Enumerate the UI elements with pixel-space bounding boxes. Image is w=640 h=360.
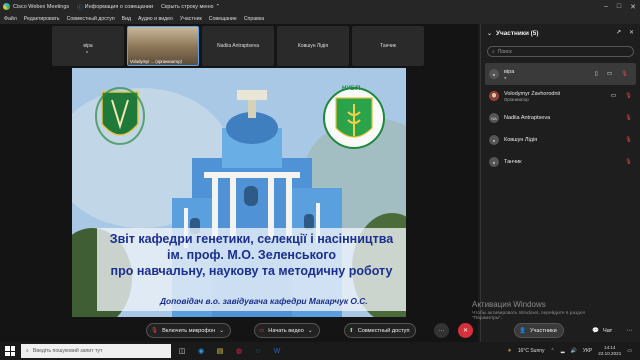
more-icon: ··· [438,327,445,334]
avatar: NA [489,113,499,123]
meeting-info-button[interactable]: ⓘ Информация о совещании [77,3,153,11]
menu-view[interactable]: Вид [122,16,131,22]
menu-meeting[interactable]: Совещание [209,16,237,22]
tray-chevron-icon[interactable]: ⌃ [551,348,555,354]
mic-toggle-button[interactable]: 🎙 Включить микрофон ⌄ [146,323,231,338]
chrome-icon[interactable]: ◍ [231,344,247,358]
participants-header: ⌄ Участники (5) ↗ ✕ [481,24,640,42]
word-icon[interactable]: W [269,344,285,358]
video-off-icon: ▭ [259,327,265,334]
avatar: ● [489,69,499,79]
avatar: ● [489,135,499,145]
close-icon: ✕ [462,328,469,334]
thumbnail-volodymyr[interactable]: Volodymyr ... (организатор) [127,26,199,66]
leave-meeting-button[interactable]: ✕ [458,323,473,338]
share-icon: ⬆ [349,327,354,334]
menu-participant[interactable]: Участник [180,16,202,22]
maximize-button[interactable]: □ [617,3,621,10]
hide-menu-button[interactable]: Скрыть строку меню ⌃ [161,4,220,10]
window-titlebar: Cisco Webex Meetings ⓘ Информация о сове… [0,0,640,13]
mic-off-icon[interactable]: 🎙 [621,71,628,77]
participant-list: ● віра ● ▯ ▭ 🎙 Volodymyr Zavhorodnii Орг… [481,63,640,173]
webex-logo-icon [3,3,10,10]
close-panel-icon[interactable]: ✕ [629,29,634,36]
person-icon: 👤 [519,327,526,334]
mic-off-icon[interactable]: 🎙 [625,115,632,121]
network-icon[interactable]: ▂ [561,348,565,354]
mouse-icon: ▯ [594,71,598,77]
more-panels-button[interactable]: ⋯ [622,323,637,338]
minimize-button[interactable]: – [604,3,608,10]
windows-activation-title: Активация Windows [472,300,546,309]
windows-start-icon[interactable] [5,346,15,356]
slide-title-line-3: про навчальну, наукову та методичну робо… [110,264,393,278]
participant-row[interactable]: Volodymyr Zavhorodnii Организатор ▭ 🎙 [481,85,640,107]
participant-row[interactable]: ● віра ● ▯ ▭ 🎙 [485,63,636,85]
mic-off-icon: 🎙 [151,327,159,334]
participant-thumbnails: віра Volodymyr ... (организатор) Nadiia … [52,26,424,66]
windows-activation-subtitle: Чтобы активировать Windows, перейдите в … [472,311,586,321]
participants-title: Участники (5) [496,29,539,37]
search-icon: ⌕ [26,347,29,354]
popout-icon[interactable]: ↗ [616,29,621,36]
participant-row[interactable]: ● Ковшун Лідія 🎙 [481,129,640,151]
chevron-down-icon: ⌄ [219,327,224,334]
chevron-down-icon: ⌄ [307,327,313,334]
chat-icon: 💬 [592,327,599,334]
windows-taskbar: ⌕ Введіть пошуковий запит тут ◫ ◉ ▤ ◍ ◌ … [0,342,640,360]
slide-title-line-1: Звіт кафедри генетики, селекції і насінн… [109,232,394,246]
participants-toggle-button[interactable]: 👤 Участники [514,323,564,338]
slide-presenter-line: Доповідач в.о. завідувача кафедри Макарч… [160,296,368,306]
menu-edit[interactable]: Редактировать [24,16,60,22]
mic-off-icon[interactable]: 🎙 [625,159,632,165]
more-options-button[interactable]: ··· [434,323,449,338]
search-icon: ⌕ [492,48,495,55]
participants-panel: ⌄ Участники (5) ↗ ✕ ⌕ Поиск ● віра ● ▯ ▭… [480,24,640,342]
edge-icon[interactable]: ◉ [193,344,209,358]
thumbnail-nadiia[interactable]: Nadiia Antraptseva [202,26,274,66]
taskbar-search-input[interactable]: ⌕ Введіть пошуковий запит тут [21,344,171,358]
app-title: Cisco Webex Meetings [13,3,70,10]
system-tray: ☀ 16°C Sunny ⌃ ▂ 🔊 УКР 14:14 22.10.2021 … [507,342,632,360]
chevron-down-icon[interactable]: ⌄ [487,30,492,37]
menu-bar: Файл Редактировать Совместный доступ Вид… [0,13,640,24]
mic-off-icon[interactable]: 🎙 [625,137,632,143]
thumbnail-kovshun[interactable]: Ковшун Лідія [277,26,349,66]
chevron-up-icon: ⌃ [215,3,221,10]
share-button[interactable]: ⬆ Совместный доступ [344,323,417,338]
notifications-icon[interactable]: ▭ [627,348,632,354]
file-explorer-icon[interactable]: ▤ [212,344,228,358]
mic-off-icon[interactable]: 🎙 [625,93,632,99]
weather-text[interactable]: 16°C Sunny [518,348,545,354]
avatar: ● [489,157,499,167]
close-button[interactable]: ✕ [630,3,636,11]
weather-icon[interactable]: ☀ [507,348,511,354]
slide-title-line-2: ім. проф. М.О. Зеленського [166,248,337,262]
logo-right-text: НУБіП [342,86,361,92]
thumbnail-tanchyk[interactable]: Танчик [352,26,424,66]
thumbnail-vira[interactable]: віра [52,26,124,66]
start-video-button[interactable]: ▭ Начать видео ⌄ [254,323,320,338]
muted-dot-icon [86,51,88,53]
menu-file[interactable]: Файл [4,16,17,22]
menu-share[interactable]: Совместный доступ [67,16,115,22]
video-off-icon: ▭ [606,71,613,77]
participant-row[interactable]: ● Танчик 🎙 [481,151,640,173]
shared-presentation-slide: НУБіП Звіт кафедри генетики, селекції і … [72,68,406,317]
clock[interactable]: 14:14 22.10.2021 [598,345,621,357]
menu-audio-video[interactable]: Аудио и видео [138,16,173,22]
info-icon: ⓘ [77,4,83,11]
avatar [489,91,499,101]
participant-search-input[interactable]: ⌕ Поиск [487,46,634,57]
chat-button[interactable]: 💬 Чат [588,323,618,338]
video-on-icon: ▭ [610,93,617,99]
volume-icon[interactable]: 🔊 [571,348,577,354]
more-icon: ⋯ [626,328,633,334]
menu-help[interactable]: Справка [244,16,264,22]
participant-row[interactable]: NA Nadiia Antraptseva 🎙 [481,107,640,129]
webex-taskbar-icon[interactable]: ◌ [250,344,266,358]
language-indicator[interactable]: УКР [583,348,592,354]
task-view-icon[interactable]: ◫ [174,344,190,358]
